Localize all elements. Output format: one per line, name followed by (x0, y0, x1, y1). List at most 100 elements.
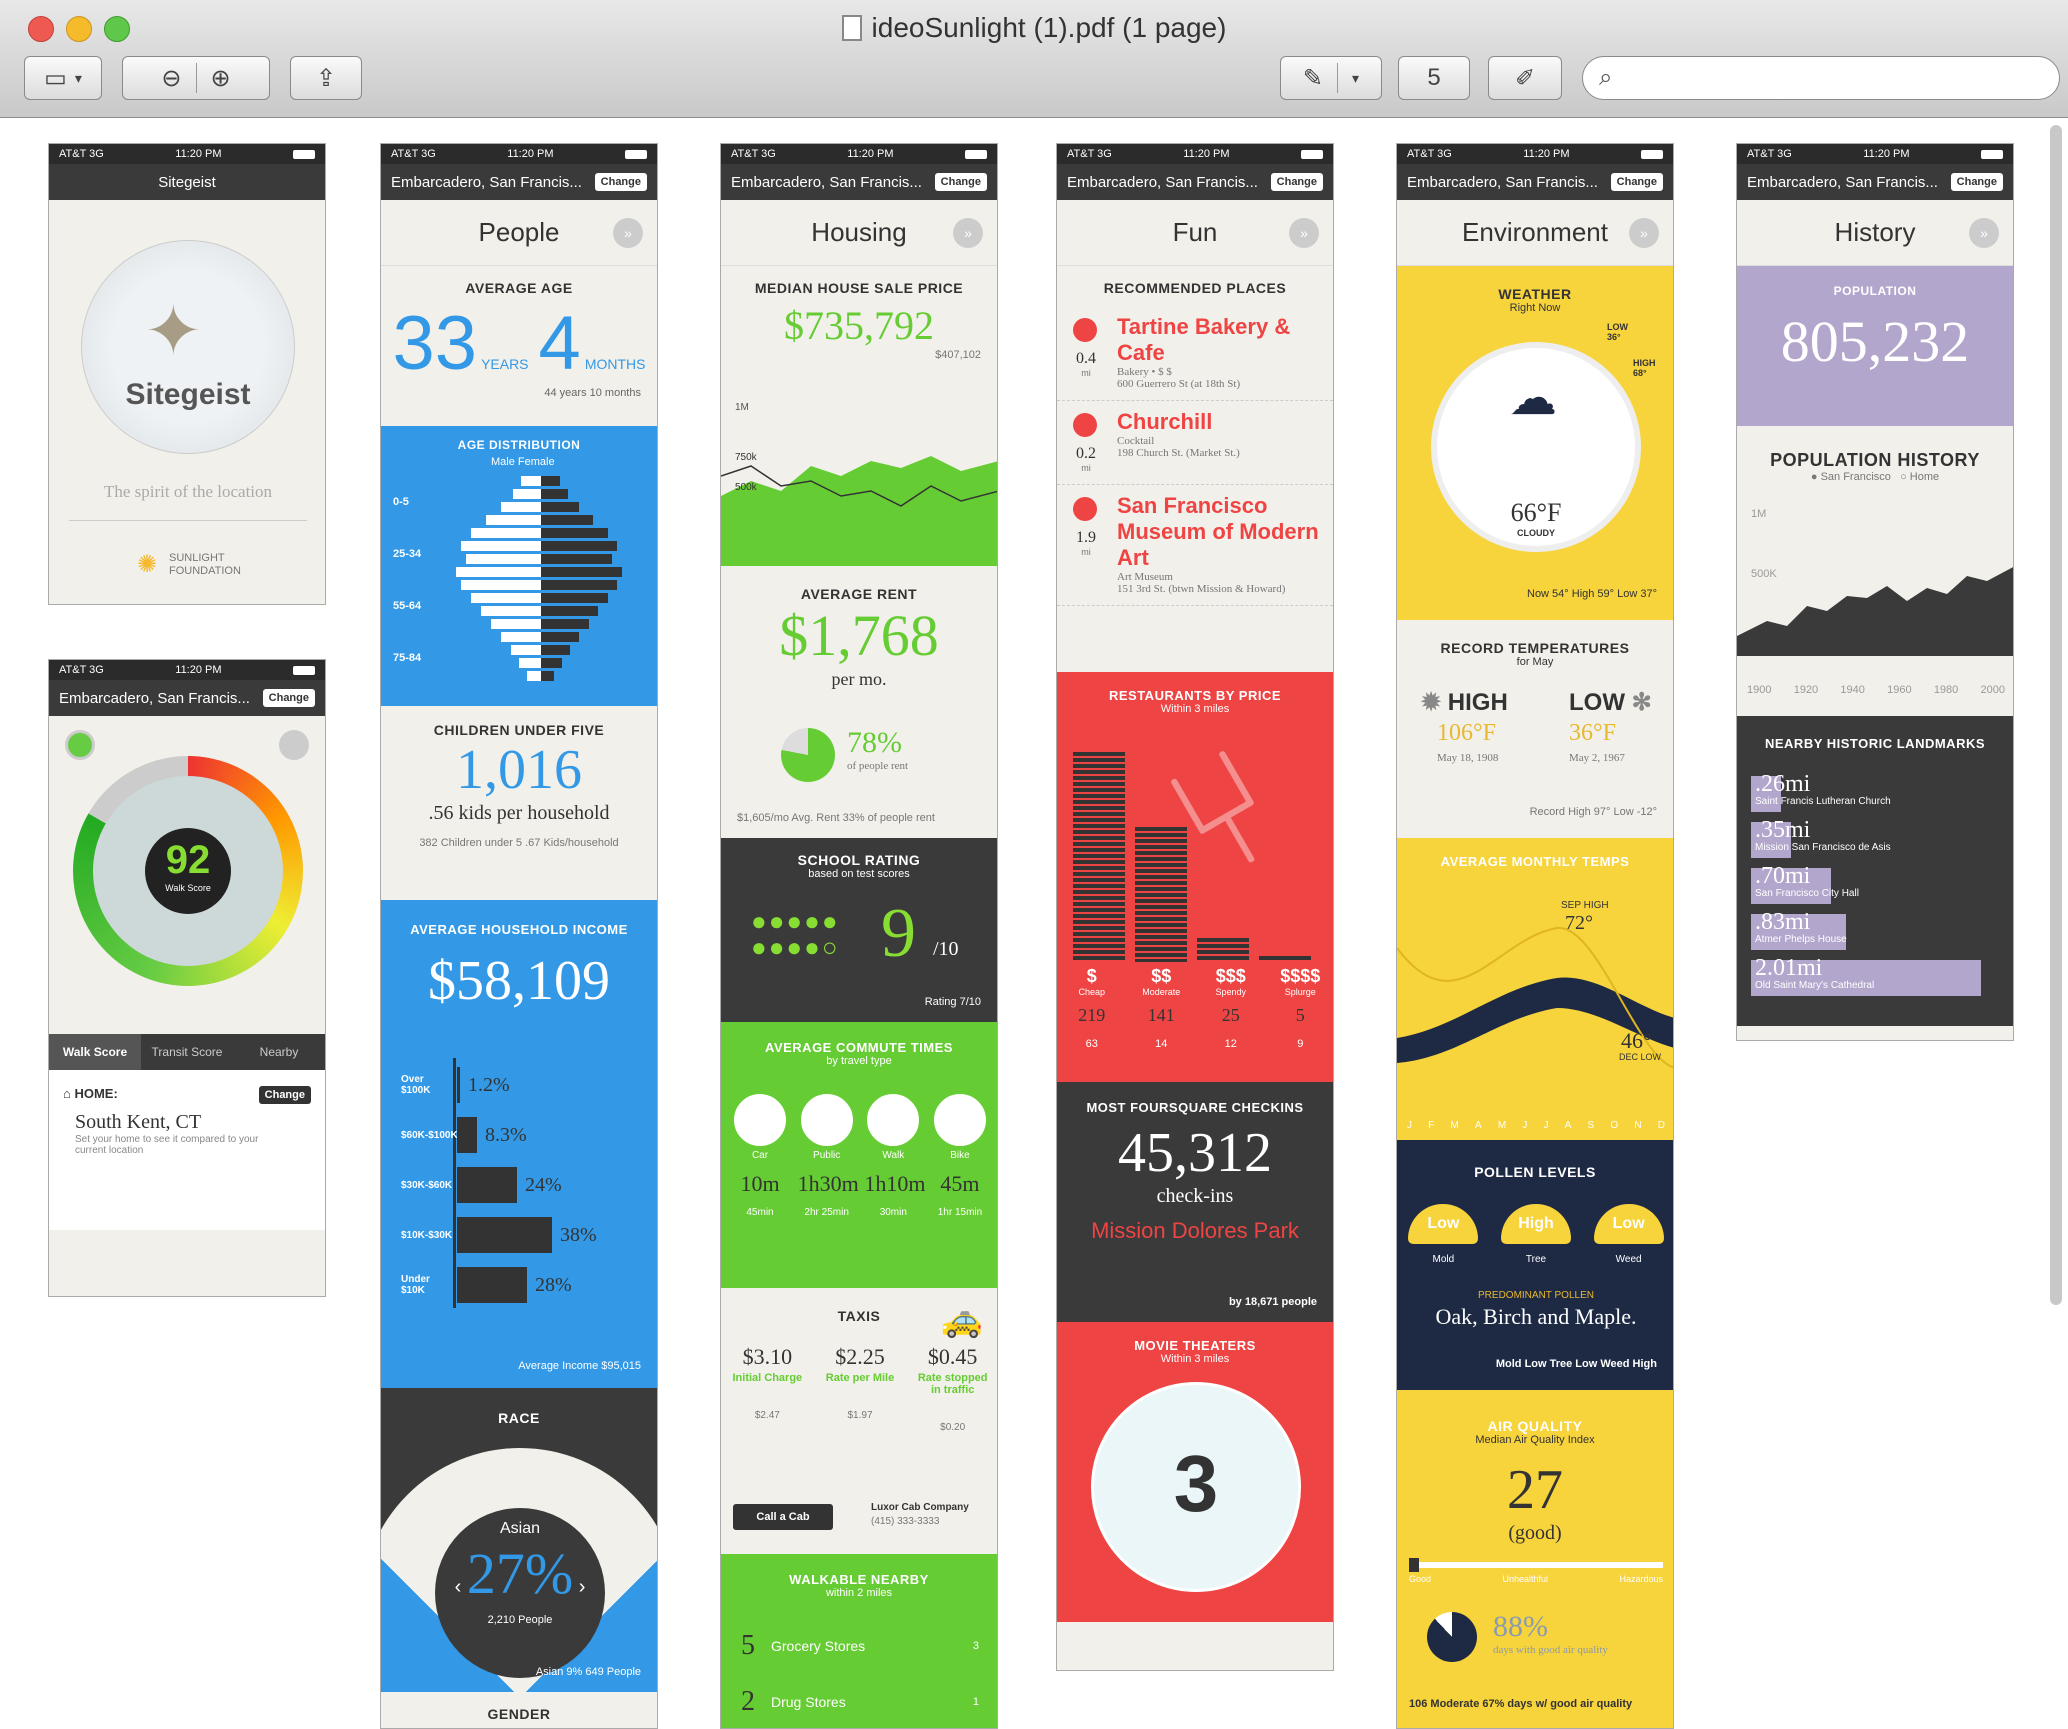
zoom-in-button[interactable]: ⊕ (211, 64, 231, 93)
tab-nearby[interactable]: Nearby (233, 1034, 325, 1070)
annotate-button[interactable]: ✎ ▾ (1280, 56, 1382, 100)
share-button[interactable]: ⇪ (290, 56, 362, 100)
male-bar (471, 593, 541, 603)
population-value: 805,232 (1780, 309, 1970, 374)
location-name: Embarcadero, San Francis... (391, 173, 582, 191)
monthly-temps-panel: AVERAGE MONTHLY TEMPS SEP HIGH 72° 46° D… (1397, 838, 1673, 1140)
landmark-name: Old Saint Mary's Cathedral (1755, 980, 1875, 991)
battery-icon (292, 665, 315, 675)
female-bar (541, 645, 570, 655)
walk-score-badge: 92 Walk Score (145, 828, 231, 914)
next-arrow-icon[interactable]: » (613, 218, 643, 248)
place-address: 198 Church St. (Market St.) (1117, 447, 1240, 459)
pdf-page-area: AT&T 3G 11:20 PM Sitegeist ✦ Sitegeist Th… (0, 119, 2068, 1729)
change-location-button[interactable]: Change (1270, 173, 1323, 191)
zoom-out-button[interactable]: ⊖ (161, 64, 181, 93)
female-bar (541, 619, 589, 629)
landmark-item[interactable]: 2.01mi Old Saint Mary's Cathedral (1751, 956, 2001, 1002)
change-location-button[interactable]: Change (262, 689, 315, 707)
year-label: 1980 (1933, 684, 1959, 696)
walkable-count: 2 (741, 1686, 755, 1717)
location-name: Embarcadero, San Francis... (59, 689, 250, 707)
edit-button[interactable]: ✐ (1488, 56, 1562, 100)
pyramid-row (441, 528, 641, 538)
year-label: 1900 (1747, 684, 1772, 696)
sidebar-toggle-button[interactable]: ▭ ▾ (24, 56, 102, 100)
zoom-control: ⊖ ⊕ (122, 56, 270, 100)
age-months: 4 (538, 301, 581, 386)
search-field[interactable]: ⌕ (1582, 56, 2060, 100)
rotate-icon: 5 (1427, 64, 1441, 91)
commute-compare: 45min (746, 1207, 774, 1218)
apple-rating-icons: ●●●●● ●●●●○ (751, 906, 840, 962)
change-location-button[interactable]: Change (594, 173, 647, 191)
year-label: 2000 (1980, 684, 2005, 696)
month-label: N (1634, 1120, 1642, 1131)
income-bar (457, 1067, 460, 1103)
clock-icon (734, 1094, 786, 1146)
recommended-place[interactable]: 1.9 mi San Francisco Museum of Modern Art A… (1057, 485, 1333, 606)
recommended-place[interactable]: 0.2 mi Churchill Cocktail 198 Church St. (Ma… (1057, 401, 1333, 485)
male-bar (471, 528, 541, 538)
next-arrow-icon[interactable]: » (953, 218, 983, 248)
income-row: $30K-$60K 24% (401, 1160, 651, 1210)
change-location-button[interactable]: Change (1610, 173, 1663, 191)
search-input[interactable] (1622, 66, 2023, 90)
taxi-rate: $0.45 Rate stopped in traffic $0.20 (906, 1344, 997, 1433)
pyramid-row (441, 541, 641, 551)
place-name: Churchill (1117, 409, 1213, 434)
female-bar (541, 489, 568, 499)
preview-window: ideoSunlight (1).pdf (1 page) ▭ ▾ ⊖ ⊕ ⇪ ✎… (0, 0, 2068, 1729)
restaurant-bar (1073, 752, 1125, 962)
next-arrow-icon[interactable]: » (1969, 218, 1999, 248)
pyramid-row (441, 619, 641, 629)
race-next-button[interactable]: › (573, 1576, 586, 1598)
landmark-item[interactable]: .26mi Saint Francis Lutheran Church (1751, 772, 2001, 818)
sun-icon: ✹ (1421, 689, 1448, 716)
landmark-item[interactable]: .35mi Mission San Francisco de Asis (1751, 818, 2001, 864)
tab-walk-score[interactable]: Walk Score (49, 1034, 141, 1070)
commute-compare: 1hr 15min (937, 1207, 983, 1218)
commute-value: 1h10m (864, 1171, 926, 1196)
commute-mode: Car (751, 1150, 769, 1161)
recommended-place[interactable]: 0.4 mi Tartine Bakery & Cafe Bakery • $ $60… (1057, 306, 1333, 401)
month-label: O (1610, 1120, 1619, 1131)
rotate-button[interactable]: 5 (1398, 56, 1470, 100)
landmark-item[interactable]: .70mi San Francisco City Hall (1751, 864, 2001, 910)
taxi-price: $3.10 (742, 1344, 793, 1369)
next-arrow-icon[interactable]: » (1289, 218, 1319, 248)
income-bar (457, 1267, 527, 1303)
income-bracket-label: $10K-$30K (401, 1229, 453, 1241)
air-quality-pie (1427, 1612, 1477, 1662)
splash-screen: AT&T 3G 11:20 PM Sitegeist ✦ Sitegeist Th… (48, 143, 326, 605)
change-home-button[interactable]: Change (258, 1086, 311, 1104)
taxi-price: $2.25 (835, 1344, 885, 1369)
change-location-button[interactable]: Change (934, 173, 987, 191)
month-label: A (1564, 1120, 1572, 1131)
taxi-price: $0.45 (927, 1344, 978, 1369)
race-prev-button[interactable]: ‹ (455, 1576, 467, 1598)
edit-icon: ✐ (1514, 64, 1536, 92)
tab-transit-score[interactable]: Transit Score (141, 1034, 233, 1070)
landmark-item[interactable]: .83mi Atmer Phelps House (1751, 910, 2001, 956)
pollen-level: High (1500, 1204, 1571, 1244)
gender-panel: GENDER (487, 1706, 551, 1722)
female-bar (541, 593, 608, 603)
next-arrow-icon[interactable] (279, 730, 309, 760)
female-bar (541, 528, 608, 538)
income-value: $58,109 (428, 950, 610, 1012)
home-icon: ⌂ (63, 1086, 75, 1101)
female-bar (541, 515, 594, 525)
checkin-place-link[interactable]: Mission Dolores Park (1057, 1218, 1333, 1244)
foursquare-pin-icon (1073, 497, 1097, 521)
change-location-button[interactable]: Change (1950, 173, 2003, 191)
call-cab-button[interactable]: Call a Cab (733, 1504, 833, 1530)
commute-value: 10m (740, 1171, 780, 1196)
male-bar (491, 619, 541, 629)
month-label: J (1522, 1120, 1528, 1131)
vertical-scrollbar[interactable] (2050, 125, 2062, 1305)
next-arrow-icon[interactable]: » (1629, 218, 1659, 248)
income-pct: 24% (525, 1173, 562, 1196)
female-bar (541, 541, 617, 551)
average-age-panel: AVERAGE AGE 33 YEARS 4 MONTHS 44 years 1… (392, 280, 646, 399)
